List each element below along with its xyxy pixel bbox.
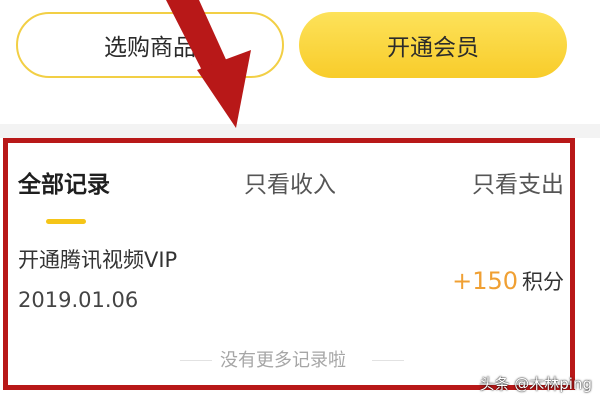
open-vip-button[interactable]: 开通会员 bbox=[299, 12, 567, 78]
record-date: 2019.01.06 bbox=[18, 288, 139, 312]
record-amount-value: +150 bbox=[452, 267, 518, 295]
tab-all-records[interactable]: 全部记录 bbox=[18, 170, 110, 200]
tab-income-only[interactable]: 只看收入 bbox=[244, 170, 336, 200]
record-amount-unit: 积分 bbox=[522, 270, 564, 294]
shop-button-label: 选购商品 bbox=[104, 35, 196, 61]
watermark: 头条 @木林ping bbox=[479, 375, 593, 393]
end-divider-left bbox=[180, 360, 212, 361]
active-tab-indicator bbox=[46, 219, 86, 224]
record-title: 开通腾讯视频VIP bbox=[18, 248, 178, 272]
open-vip-button-label: 开通会员 bbox=[387, 35, 479, 61]
tab-expense-only[interactable]: 只看支出 bbox=[472, 170, 564, 200]
end-divider-right bbox=[372, 360, 404, 361]
record-amount: +150 积分 bbox=[452, 266, 564, 299]
shop-button[interactable]: 选购商品 bbox=[16, 12, 284, 78]
section-divider bbox=[0, 124, 600, 138]
end-of-list-message: 没有更多记录啦 bbox=[220, 350, 346, 371]
